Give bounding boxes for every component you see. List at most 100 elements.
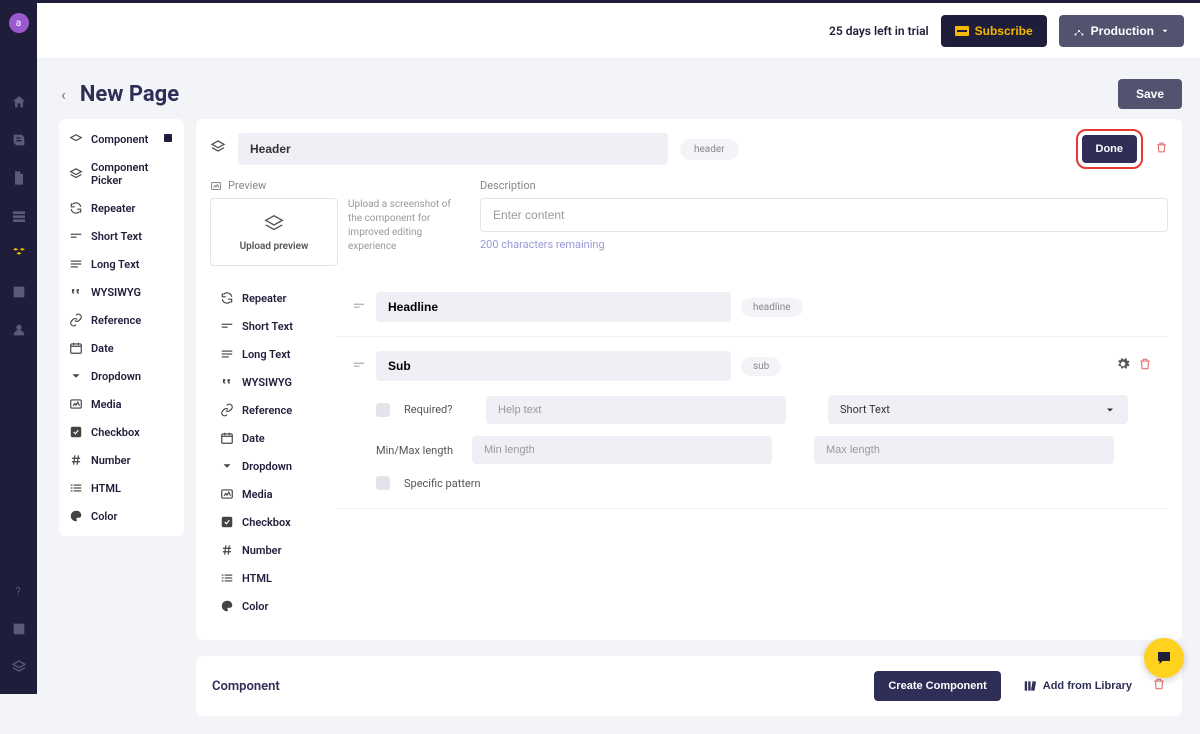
palette2-item-short-text[interactable]: Short Text bbox=[210, 312, 324, 340]
layers-icon bbox=[69, 167, 83, 181]
max-length-input[interactable] bbox=[814, 436, 1114, 464]
upload-preview-box[interactable]: Upload preview bbox=[210, 198, 338, 266]
calendar-icon bbox=[69, 341, 83, 355]
checkbox-icon bbox=[220, 515, 234, 529]
preview-label: Preview bbox=[210, 179, 458, 192]
nav-table-icon[interactable] bbox=[0, 197, 37, 235]
palette2-item-number[interactable]: Number bbox=[210, 536, 324, 564]
nav-blocks-icon[interactable] bbox=[0, 235, 37, 273]
palette2-item-checkbox[interactable]: Checkbox bbox=[210, 508, 324, 536]
palette-item-dropdown[interactable]: Dropdown bbox=[59, 362, 184, 390]
field-row-sub: sub Required? bbox=[336, 337, 1168, 509]
calendar-icon bbox=[220, 431, 234, 445]
palette2-item-date[interactable]: Date bbox=[210, 424, 324, 452]
list-icon bbox=[69, 481, 83, 495]
production-dropdown[interactable]: Production bbox=[1059, 15, 1184, 47]
palette2-item-color[interactable]: Color bbox=[210, 592, 324, 620]
help-text-input[interactable] bbox=[486, 396, 786, 424]
trash-icon[interactable] bbox=[1138, 357, 1152, 375]
drag-handle-icon[interactable] bbox=[352, 299, 366, 316]
left-nav: a ? bbox=[0, 3, 37, 694]
component-name-input[interactable] bbox=[238, 133, 668, 165]
required-checkbox[interactable] bbox=[376, 403, 390, 417]
nav-home-icon[interactable] bbox=[0, 83, 37, 121]
palette2-item-dropdown[interactable]: Dropdown bbox=[210, 452, 324, 480]
palette-item-checkbox[interactable]: Checkbox bbox=[59, 418, 184, 446]
card-icon bbox=[955, 26, 969, 36]
description-input[interactable] bbox=[480, 198, 1168, 232]
nav-help-icon[interactable]: ? bbox=[0, 572, 37, 610]
field-row-headline: headline bbox=[336, 278, 1168, 337]
done-button[interactable]: Done bbox=[1082, 135, 1138, 163]
specific-pattern-checkbox[interactable] bbox=[376, 476, 390, 490]
field-slug-badge: sub bbox=[741, 357, 781, 376]
description-remaining: 200 characters remaining bbox=[480, 238, 1168, 251]
layers-icon bbox=[210, 139, 226, 159]
add-from-library-button[interactable]: Add from Library bbox=[1011, 670, 1144, 702]
delete-component-icon[interactable] bbox=[1155, 141, 1168, 158]
nav-users-icon[interactable] bbox=[0, 311, 37, 349]
repeat-icon bbox=[69, 201, 83, 215]
palette-item-component-picker[interactable]: Component Picker bbox=[59, 154, 184, 194]
nav-image-icon[interactable] bbox=[0, 273, 37, 311]
palette2-item-repeater[interactable]: Repeater bbox=[210, 284, 324, 312]
top-bar: 25 days left in trial Subscribe Producti… bbox=[37, 3, 1200, 59]
palette-item-number[interactable]: Number bbox=[59, 446, 184, 474]
field-name-input[interactable] bbox=[376, 292, 731, 322]
palette-item-media[interactable]: Media bbox=[59, 390, 184, 418]
component-footer-label: Component bbox=[212, 679, 280, 694]
palette2-item-reference[interactable]: Reference bbox=[210, 396, 324, 424]
drag-handle-icon[interactable] bbox=[352, 358, 366, 375]
avatar[interactable]: a bbox=[9, 13, 29, 33]
upload-hint: Upload a screenshot of the component for… bbox=[348, 198, 458, 266]
palette-item-html[interactable]: HTML bbox=[59, 474, 184, 502]
palette-item-long-text[interactable]: Long Text bbox=[59, 250, 184, 278]
field-type-select[interactable]: Short Text bbox=[828, 395, 1128, 424]
palette2-item-long-text[interactable]: Long Text bbox=[210, 340, 324, 368]
palette-item-reference[interactable]: Reference bbox=[59, 306, 184, 334]
palette-item-date[interactable]: Date bbox=[59, 334, 184, 362]
chevron-down-icon bbox=[69, 369, 83, 383]
component-slug-badge: header bbox=[680, 139, 739, 160]
chevron-down-icon bbox=[1160, 26, 1170, 36]
palette2-item-media[interactable]: Media bbox=[210, 480, 324, 508]
palette-item-component[interactable]: Component bbox=[59, 125, 184, 154]
minmax-label: Min/Max length bbox=[376, 444, 458, 457]
chat-fab[interactable] bbox=[1144, 638, 1184, 678]
nav-file-icon[interactable] bbox=[0, 159, 37, 197]
svg-text:?: ? bbox=[15, 585, 20, 598]
description-label: Description bbox=[480, 179, 1168, 192]
create-component-button[interactable]: Create Component bbox=[874, 671, 1000, 701]
palette-icon bbox=[69, 509, 83, 523]
back-button[interactable]: ‹ bbox=[61, 85, 66, 104]
nav-blog-icon[interactable] bbox=[0, 121, 37, 159]
min-length-input[interactable] bbox=[472, 436, 772, 464]
library-icon bbox=[1023, 679, 1037, 693]
checkbox-icon bbox=[69, 425, 83, 439]
palette-item-short-text[interactable]: Short Text bbox=[59, 222, 184, 250]
palette-icon bbox=[220, 599, 234, 613]
field-palette: Component Component Picker Repeater Shor… bbox=[59, 119, 184, 536]
hash-icon bbox=[69, 453, 83, 467]
palette-item-repeater[interactable]: Repeater bbox=[59, 194, 184, 222]
quote-icon bbox=[69, 285, 83, 299]
nav-book-icon[interactable] bbox=[0, 610, 37, 648]
palette-item-color[interactable]: Color bbox=[59, 502, 184, 530]
square-icon bbox=[162, 132, 174, 147]
palette2-item-wysiwyg[interactable]: WYSIWYG bbox=[210, 368, 324, 396]
component-footer-bar: Component Create Component Add from Libr… bbox=[196, 656, 1182, 716]
hash-icon bbox=[220, 543, 234, 557]
link-icon bbox=[220, 403, 234, 417]
save-button[interactable]: Save bbox=[1118, 79, 1182, 109]
graph-icon bbox=[1073, 25, 1085, 37]
trash-icon[interactable] bbox=[1152, 677, 1166, 695]
palette-item-wysiwyg[interactable]: WYSIWYG bbox=[59, 278, 184, 306]
image-icon bbox=[69, 397, 83, 411]
subscribe-button[interactable]: Subscribe bbox=[941, 15, 1047, 47]
page-header: ‹ New Page Save bbox=[37, 59, 1200, 119]
nav-layers-icon[interactable] bbox=[0, 648, 37, 686]
gear-icon[interactable] bbox=[1116, 357, 1130, 375]
palette2-item-html[interactable]: HTML bbox=[210, 564, 324, 592]
chat-icon bbox=[1155, 649, 1173, 667]
field-name-input[interactable] bbox=[376, 351, 731, 381]
